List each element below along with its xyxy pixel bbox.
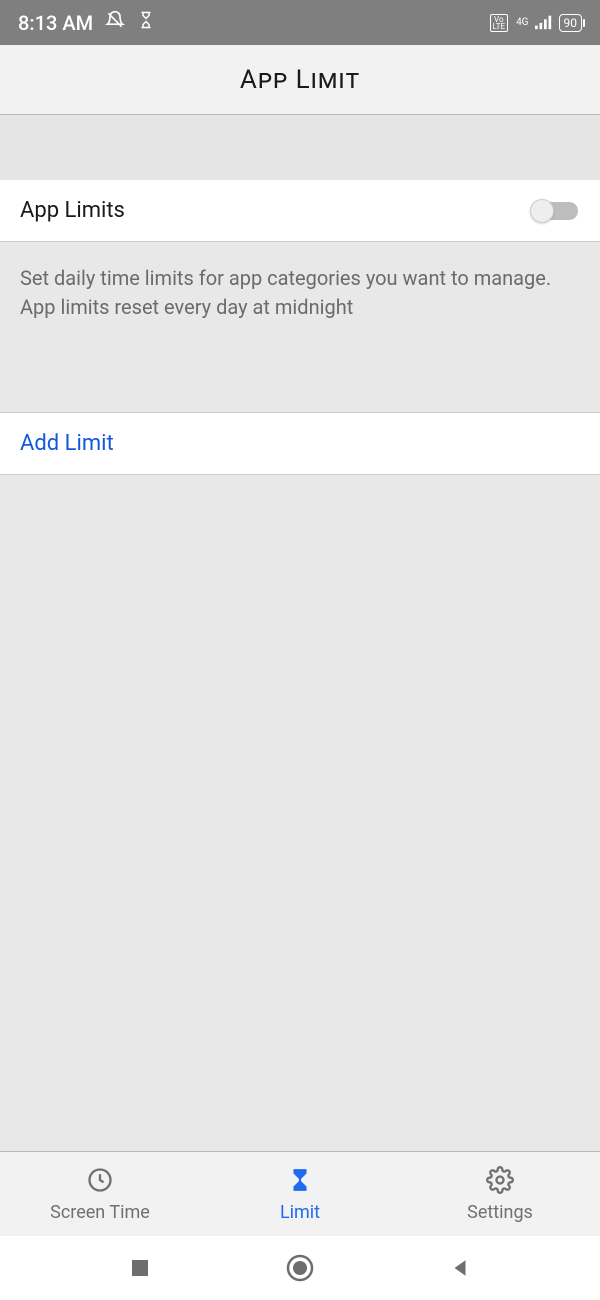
add-limit-row[interactable]: Add Limit — [0, 413, 600, 475]
status-bar: 8:13 AM VoLTE 4G 90 — [0, 0, 600, 45]
nav-label: Screen Time — [50, 1202, 150, 1223]
empty-content — [0, 475, 600, 1151]
mute-icon — [105, 10, 125, 35]
nav-settings[interactable]: Settings — [400, 1152, 600, 1236]
description-text: Set daily time limits for app categories… — [0, 242, 600, 413]
spacer — [0, 115, 600, 180]
nav-label: Settings — [467, 1202, 533, 1223]
status-time: 8:13 AM — [18, 11, 93, 35]
page-header: App Limit — [0, 45, 600, 115]
toggle-knob — [530, 199, 554, 223]
network-type: 4G — [516, 17, 528, 28]
status-left: 8:13 AM — [18, 10, 155, 35]
recents-button[interactable] — [120, 1248, 160, 1288]
app-limits-toggle[interactable] — [530, 199, 580, 223]
hourglass-icon — [287, 1166, 313, 1198]
bottom-nav: Screen Time Limit Settings — [0, 1151, 600, 1236]
nav-limit[interactable]: Limit — [200, 1152, 400, 1236]
add-limit-label: Add Limit — [20, 431, 580, 456]
app-limits-toggle-row[interactable]: App Limits — [0, 180, 600, 242]
gear-icon — [486, 1166, 514, 1198]
battery-icon: 90 — [559, 14, 583, 32]
volte-icon: VoLTE — [490, 14, 509, 32]
system-nav — [0, 1236, 600, 1300]
nav-screen-time[interactable]: Screen Time — [0, 1152, 200, 1236]
clock-icon — [86, 1166, 114, 1198]
signal-icon — [535, 11, 553, 35]
status-right: VoLTE 4G 90 — [490, 11, 583, 35]
back-button[interactable] — [440, 1248, 480, 1288]
hourglass-icon — [137, 10, 155, 35]
page-title: App Limit — [240, 65, 360, 95]
home-button[interactable] — [280, 1248, 320, 1288]
toggle-label: App Limits — [20, 198, 125, 223]
nav-label: Limit — [280, 1202, 320, 1223]
